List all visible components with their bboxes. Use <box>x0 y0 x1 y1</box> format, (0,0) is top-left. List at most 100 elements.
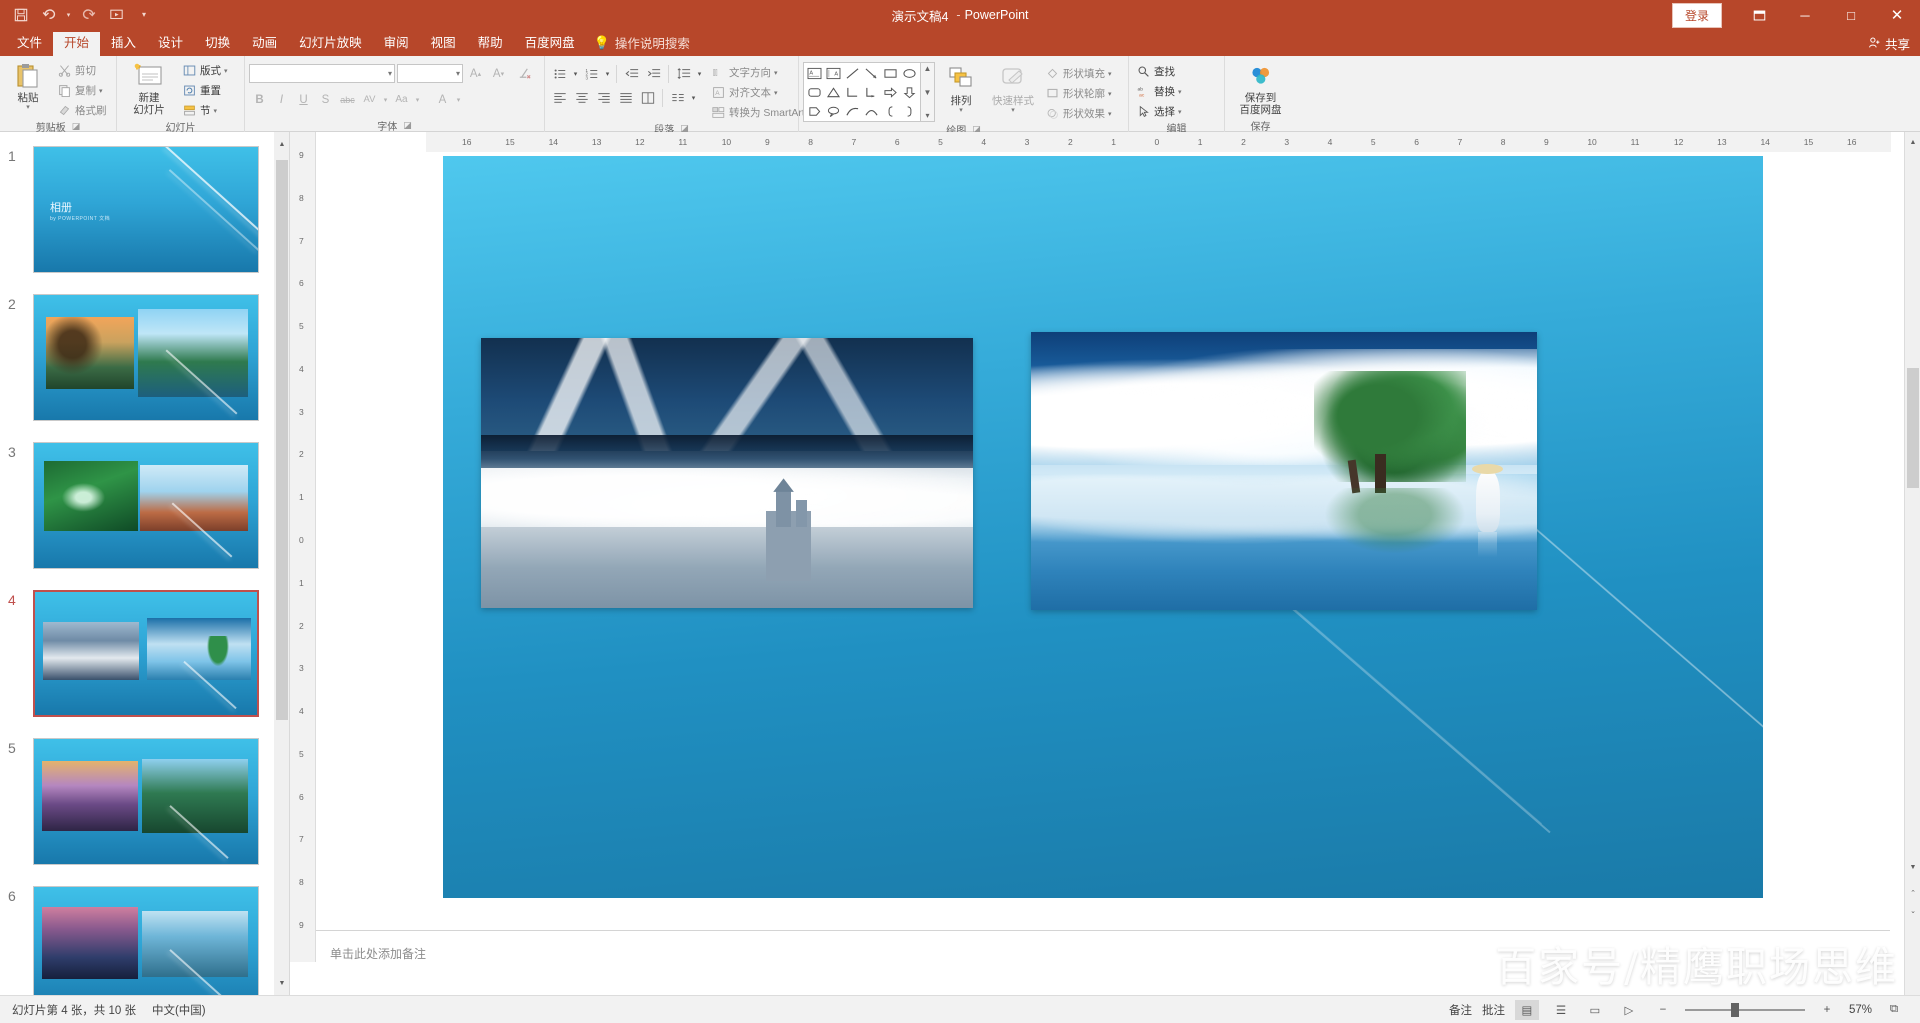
signin-button[interactable]: 登录 <box>1671 2 1722 28</box>
share-button[interactable]: 共享 <box>1868 34 1910 53</box>
clipboard-dialog-launcher-icon[interactable]: ◪ <box>72 121 81 132</box>
slide-thumbnail-5[interactable]: 5 <box>0 732 274 880</box>
shape-elbow-connector-icon[interactable] <box>843 83 862 102</box>
shape-pentagon-icon[interactable] <box>805 102 824 121</box>
section-caret-icon[interactable]: ▾ <box>214 107 218 115</box>
shape-elbow-arrow-icon[interactable] <box>862 83 881 102</box>
text-columns-button[interactable] <box>667 87 688 108</box>
ribbon-display-options-icon[interactable] <box>1736 0 1782 30</box>
arrange-button[interactable]: 排列 ▾ <box>938 62 984 115</box>
thumbnail-scroll-down-icon[interactable]: ▼ <box>274 975 289 991</box>
editor-scrollbar-thumb[interactable] <box>1907 368 1919 488</box>
zoom-level-label[interactable]: 57% <box>1849 1004 1872 1016</box>
shape-arrow-icon[interactable] <box>862 64 881 83</box>
replace-button[interactable]: ab ac 替换 ▾ <box>1133 82 1185 101</box>
align-center-button[interactable] <box>571 87 592 108</box>
shape-effects-button[interactable]: 形状效果 ▾ <box>1042 104 1115 123</box>
slide-thumbnail-4[interactable]: 4 <box>0 584 274 732</box>
shape-rectangle-icon[interactable] <box>881 64 900 83</box>
reset-button[interactable]: 重置 <box>179 81 231 100</box>
strikethrough-button[interactable]: abc <box>337 89 358 110</box>
shape-triangle-icon[interactable] <box>824 83 843 102</box>
thumbnail-scroll-up-icon[interactable]: ▲ <box>274 136 289 152</box>
numbering-button[interactable]: 123 <box>581 63 602 84</box>
font-size-combo[interactable]: ▾ <box>397 64 463 83</box>
shape-outline-caret-icon[interactable]: ▾ <box>1108 90 1112 98</box>
quick-styles-caret-icon[interactable]: ▾ <box>1011 107 1015 115</box>
change-case-caret-icon[interactable]: ▾ <box>413 89 422 110</box>
shape-fill-caret-icon[interactable]: ▾ <box>1108 70 1112 78</box>
change-case-button[interactable]: Aa <box>391 89 412 110</box>
paste-button[interactable]: 粘贴 ▾ <box>4 59 52 112</box>
shape-curve-icon[interactable] <box>843 102 862 121</box>
align-right-button[interactable] <box>593 87 614 108</box>
font-name-caret-icon[interactable]: ▾ <box>388 69 392 78</box>
slide-picture-right[interactable] <box>1031 332 1537 610</box>
paste-caret-icon[interactable]: ▾ <box>26 104 30 112</box>
clear-formatting-button[interactable] <box>511 63 537 84</box>
notes-pane[interactable]: 单击此处添加备注 <box>316 930 1890 975</box>
gallery-scroll-down-icon[interactable]: ▼ <box>924 88 932 97</box>
shape-fill-button[interactable]: 形状填充 ▾ <box>1042 64 1115 83</box>
save-to-baidu-button[interactable]: 保存到 百度网盘 <box>1229 59 1293 116</box>
text-shadow-button[interactable]: S <box>315 89 336 110</box>
slide-thumbnail-1[interactable]: 1 相册 by POWERPOINT 文档 <box>0 140 274 288</box>
copy-button[interactable]: 复制 ▾ <box>54 81 110 100</box>
editor-vertical-scrollbar[interactable]: ▲ ▼ ⌃ ⌄ <box>1904 132 1920 995</box>
shapes-gallery-scroll[interactable]: ▲ ▼ ▾ <box>921 62 935 122</box>
align-text-caret-icon[interactable]: ▾ <box>774 89 778 97</box>
line-spacing-button[interactable] <box>673 63 694 84</box>
thumbnail-scrollbar-thumb[interactable] <box>276 160 288 720</box>
font-color-button[interactable]: A <box>432 89 453 110</box>
shape-down-arrow-icon[interactable] <box>900 83 919 102</box>
arrange-caret-icon[interactable]: ▾ <box>959 107 963 115</box>
copy-caret-icon[interactable]: ▾ <box>99 87 103 95</box>
text-direction-caret-icon[interactable]: ▾ <box>774 69 778 77</box>
increase-indent-button[interactable] <box>643 63 664 84</box>
font-color-caret-icon[interactable]: ▾ <box>454 89 463 110</box>
shape-left-brace-icon[interactable] <box>881 102 900 121</box>
editor-scroll-down-icon[interactable]: ▼ <box>1905 859 1920 875</box>
close-button[interactable]: ✕ <box>1874 0 1920 30</box>
quick-styles-button[interactable]: 快速样式 ▾ <box>987 62 1039 115</box>
cut-button[interactable]: 剪切 <box>54 61 110 80</box>
grow-font-button[interactable]: A ▴ <box>465 63 486 84</box>
font-name-combo[interactable]: ▾ <box>249 64 395 83</box>
shape-arc-icon[interactable] <box>862 102 881 121</box>
font-size-caret-icon[interactable]: ▾ <box>456 69 460 78</box>
tab-file[interactable]: 文件 <box>6 32 53 56</box>
character-spacing-caret-icon[interactable]: ▾ <box>381 89 390 110</box>
underline-button[interactable]: U <box>293 89 314 110</box>
previous-slide-icon[interactable]: ⌃ <box>1905 885 1920 901</box>
next-slide-icon[interactable]: ⌄ <box>1905 903 1920 919</box>
shapes-gallery[interactable]: A A ▲ ▼ ▾ <box>803 62 935 122</box>
bold-button[interactable]: B <box>249 89 270 110</box>
shape-line-icon[interactable] <box>843 64 862 83</box>
slide-sorter-view-button[interactable]: ☰ <box>1549 1000 1573 1020</box>
minimize-button[interactable]: ─ <box>1782 0 1828 30</box>
character-spacing-button[interactable]: AV <box>359 89 380 110</box>
italic-button[interactable]: I <box>271 89 292 110</box>
slide-thumbnail-3[interactable]: 3 <box>0 436 274 584</box>
text-columns-caret-icon[interactable]: ▾ <box>689 87 698 108</box>
zoom-out-button[interactable]: − <box>1651 1000 1675 1020</box>
normal-view-button[interactable]: ▤ <box>1514 999 1539 1020</box>
select-button[interactable]: 选择 ▾ <box>1133 102 1185 121</box>
font-dialog-launcher-icon[interactable]: ◪ <box>403 120 412 131</box>
numbering-caret-icon[interactable]: ▾ <box>603 63 612 84</box>
layout-caret-icon[interactable]: ▾ <box>224 67 228 75</box>
tab-design[interactable]: 设计 <box>147 32 194 56</box>
shape-textbox-icon[interactable]: A <box>805 64 824 83</box>
shrink-font-button[interactable]: A ▾ <box>488 63 509 84</box>
slide-thumbnail-panel[interactable]: 1 相册 by POWERPOINT 文档 2 3 4 5 6 ▲ ▼ <box>0 132 290 1023</box>
find-button[interactable]: 查找 <box>1133 62 1185 81</box>
shape-vertical-textbox-icon[interactable]: A <box>824 64 843 83</box>
format-painter-button[interactable]: 格式刷 <box>54 101 110 120</box>
tab-insert[interactable]: 插入 <box>100 32 147 56</box>
zoom-in-button[interactable]: + <box>1815 1000 1839 1020</box>
tab-review[interactable]: 审阅 <box>373 32 420 56</box>
slide-picture-left[interactable] <box>481 338 973 608</box>
tab-transitions[interactable]: 切换 <box>194 32 241 56</box>
shape-effects-caret-icon[interactable]: ▾ <box>1108 110 1112 118</box>
tab-baidu-netdisk[interactable]: 百度网盘 <box>514 32 586 56</box>
